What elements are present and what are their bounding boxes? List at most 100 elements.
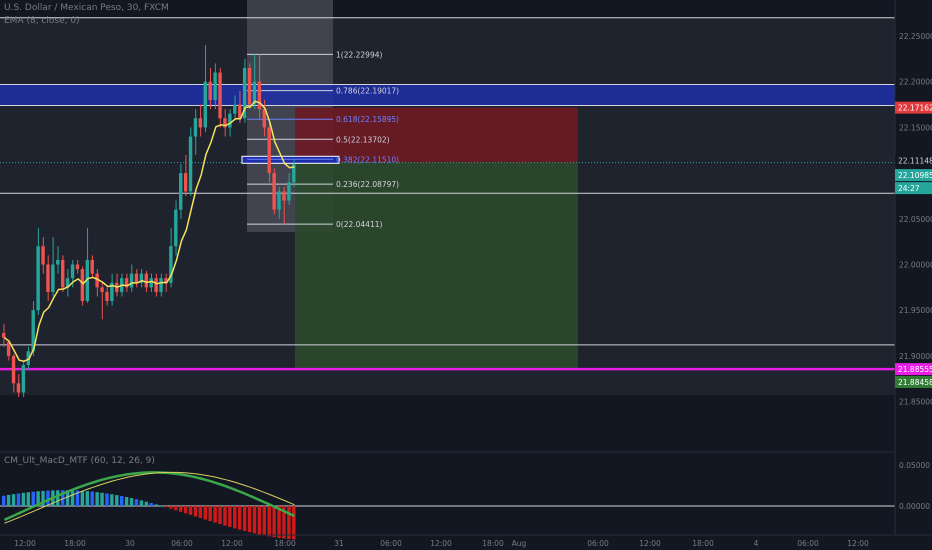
- candle-body: [198, 118, 203, 128]
- macd-bar: [213, 506, 217, 523]
- candle-body: [174, 209, 178, 247]
- candle-body: [100, 287, 104, 292]
- time-tick-label: Aug: [512, 539, 527, 548]
- ema-legend: EMA (8, close, 0): [4, 16, 80, 26]
- macd-tick-label: 0.05000: [899, 461, 930, 470]
- macd-bar: [188, 506, 193, 515]
- macd-bar: [80, 490, 85, 506]
- macd-bar: [203, 506, 207, 520]
- time-tick-label: 18:00: [482, 539, 504, 548]
- candle-body: [287, 182, 291, 201]
- current-price-badge-1: 22.11148: [898, 157, 932, 166]
- fib-label-0.618: 0.618(22.15895): [336, 115, 399, 124]
- candle-body: [159, 278, 163, 292]
- macd-bar: [262, 506, 266, 536]
- macd-bar: [228, 506, 232, 528]
- time-tick-label: 30: [125, 539, 135, 548]
- symbol-title: U.S. Dollar / Mexican Peso, 30, FXCM: [4, 3, 169, 13]
- candle-body: [51, 264, 55, 292]
- candle-body: [144, 273, 148, 288]
- macd-bar: [179, 506, 183, 512]
- macd-bar: [105, 493, 109, 506]
- price-tick-label: 21.95000: [899, 306, 932, 315]
- macd-bar: [208, 506, 212, 522]
- macd-tick-label: 0.00000: [899, 502, 930, 511]
- time-tick-label: 4: [754, 539, 759, 548]
- candle-body: [2, 333, 6, 338]
- fib-label-0.382: 0.382(22.11510): [336, 155, 399, 164]
- candle-body: [41, 246, 45, 265]
- candle-body: [228, 113, 232, 128]
- candle-body: [277, 191, 281, 210]
- macd-bar: [26, 492, 30, 506]
- fib-label-0.236: 0.236(22.08797): [336, 180, 399, 189]
- candle-body: [134, 273, 139, 283]
- candle-body: [70, 264, 75, 279]
- macd-bar: [21, 492, 26, 506]
- price-tick-label: 22.15000: [899, 123, 932, 132]
- candle-body: [208, 81, 212, 100]
- resistance-zone[interactable]: [0, 84, 895, 106]
- candle-body: [183, 173, 188, 192]
- price-tick-label: 22.20000: [899, 78, 932, 87]
- candle-body: [21, 365, 26, 393]
- macd-bar: [56, 490, 60, 506]
- time-tick-label: 06:00: [797, 539, 819, 548]
- candle-body: [105, 291, 109, 302]
- fib-label-0.786: 0.786(22.19017): [336, 87, 399, 96]
- time-tick-label: 12:00: [221, 539, 243, 548]
- candle-body: [188, 136, 193, 192]
- macd-bar: [252, 506, 257, 534]
- price-tick-label: 22.00000: [899, 261, 932, 270]
- macd-bar: [149, 503, 153, 506]
- candle-body: [267, 127, 271, 174]
- macd-bar: [124, 497, 129, 506]
- fib-label-1: 1(22.22994): [336, 50, 382, 59]
- macd-bar: [16, 493, 21, 506]
- price-tick-label: 21.85000: [899, 398, 932, 407]
- macd-bar: [90, 491, 94, 506]
- candle-body: [272, 173, 276, 210]
- macd-bar: [2, 495, 6, 506]
- macd-bar: [95, 492, 99, 506]
- macd-bar: [257, 506, 262, 535]
- candle-body: [80, 269, 85, 302]
- price-tick-label: 22.05000: [899, 215, 932, 224]
- stop-price-badge: 22.17162: [898, 104, 932, 113]
- price-tick-label: 21.90000: [899, 352, 932, 361]
- time-tick-label: 31: [334, 539, 344, 548]
- macd-bar: [134, 499, 139, 506]
- fib-label-0: 0(22.04411): [336, 220, 382, 229]
- time-tick-label: 12:00: [430, 539, 452, 548]
- candle-body: [129, 273, 134, 288]
- macd-bar: [144, 501, 148, 506]
- time-tick-label: 18:00: [274, 539, 296, 548]
- candle-body: [46, 264, 50, 292]
- countdown-badge: 24:27: [898, 184, 920, 193]
- candle-body: [282, 191, 286, 201]
- macd-bar: [31, 491, 35, 506]
- macd-bar: [154, 504, 158, 506]
- candle-body: [203, 81, 207, 128]
- candle-body: [193, 118, 198, 137]
- macd-bar: [11, 494, 16, 506]
- magenta-price-badge: 21.88555: [898, 365, 932, 374]
- candle-body: [257, 81, 262, 110]
- candle-body: [179, 173, 183, 210]
- macd-bar: [193, 506, 198, 517]
- candle-body: [247, 67, 252, 105]
- time-tick-label: 12:00: [14, 539, 36, 548]
- candle-body: [56, 259, 60, 265]
- time-tick-label: 06:00: [171, 539, 193, 548]
- trading-chart[interactable]: 1(22.22994) 0.786(22.19017) 0.618(22.15895…: [0, 0, 932, 550]
- candle-body: [218, 72, 222, 119]
- fib-label-0.5: 0.5(22.13702): [336, 135, 390, 144]
- macd-bar: [129, 498, 134, 506]
- profit-target-zone[interactable]: [295, 162, 578, 370]
- macd-bar: [169, 506, 173, 509]
- candle-body: [11, 355, 16, 384]
- time-tick-label: 12:00: [847, 539, 869, 548]
- macd-bar: [218, 506, 222, 525]
- macd-bar: [174, 506, 178, 511]
- macd-bar: [100, 492, 104, 506]
